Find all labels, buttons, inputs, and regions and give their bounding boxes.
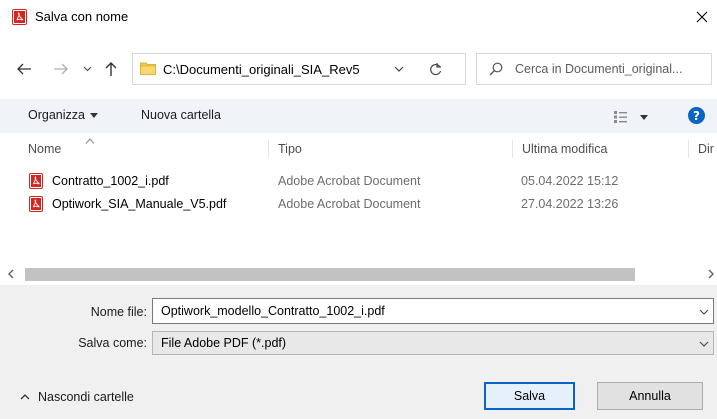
address-path: C:\Documenti_originali_SIA_Rev5 xyxy=(163,62,360,77)
help-icon[interactable]: ? xyxy=(688,107,705,124)
chevron-down-icon[interactable] xyxy=(699,307,709,317)
pdf-icon xyxy=(29,196,43,212)
file-name: Optiwork_SIA_Manuale_V5.pdf xyxy=(52,197,227,211)
organize-menu[interactable]: Organizza xyxy=(28,108,98,122)
arrow-right-icon xyxy=(54,63,68,75)
new-folder-button[interactable]: Nuova cartella xyxy=(141,108,221,122)
savetype-value: File Adobe PDF (*.pdf) xyxy=(161,336,287,350)
arrow-left-icon xyxy=(17,63,31,75)
window-title: Salva con nome xyxy=(35,9,129,24)
column-divider[interactable] xyxy=(688,140,689,158)
scroll-right-icon[interactable] xyxy=(706,268,716,280)
sort-ascending-icon xyxy=(85,138,95,144)
view-options-icon xyxy=(614,111,648,123)
chevron-down-icon xyxy=(699,341,709,347)
savetype-select[interactable]: File Adobe PDF (*.pdf) xyxy=(152,331,714,355)
command-bar: Organizza Nuova cartella ? xyxy=(0,99,717,133)
folder-icon xyxy=(140,62,156,75)
file-row[interactable]: Optiwork_SIA_Manuale_V5.pdf Adobe Acroba… xyxy=(24,193,684,215)
horizontal-scrollbar[interactable] xyxy=(0,263,717,285)
savetype-label: Salva come: xyxy=(78,336,147,350)
search-box[interactable]: Cerca in Documenti_original... xyxy=(476,53,712,85)
organize-label: Organizza xyxy=(28,108,85,122)
search-placeholder: Cerca in Documenti_original... xyxy=(515,62,683,76)
save-button[interactable]: Salva xyxy=(484,382,575,410)
chevron-down-icon xyxy=(83,66,91,72)
file-type: Adobe Acrobat Document xyxy=(278,197,421,211)
column-divider[interactable] xyxy=(268,140,269,158)
close-button[interactable] xyxy=(687,0,717,34)
file-modified: 05.04.2022 15:12 xyxy=(521,174,619,188)
file-type: Adobe Acrobat Document xyxy=(278,174,421,188)
scroll-left-icon[interactable] xyxy=(6,268,16,280)
navigation-bar: C:\Documenti_originali_SIA_Rev5 Cerca in… xyxy=(0,49,717,89)
file-modified: 27.04.2022 13:26 xyxy=(521,197,619,211)
column-header-name[interactable]: Nome xyxy=(28,142,61,156)
up-button[interactable] xyxy=(103,61,119,77)
file-name: Contratto_1002_i.pdf xyxy=(52,174,169,188)
hide-folders-toggle[interactable]: Nascondi cartelle xyxy=(20,390,134,404)
hide-folders-label: Nascondi cartelle xyxy=(38,390,134,404)
search-icon xyxy=(489,62,503,76)
title-bar: Salva con nome xyxy=(0,0,717,34)
address-bar[interactable]: C:\Documenti_originali_SIA_Rev5 xyxy=(132,53,466,85)
caret-down-icon xyxy=(89,113,98,118)
column-header-modified[interactable]: Ultima modifica xyxy=(522,142,607,156)
refresh-icon[interactable] xyxy=(429,62,443,76)
pdf-icon xyxy=(12,9,27,25)
view-options-button[interactable] xyxy=(612,109,652,125)
arrow-up-icon xyxy=(105,62,117,76)
save-form: Nome file: Optiwork_modello_Contratto_10… xyxy=(0,285,717,419)
pdf-icon xyxy=(29,173,43,189)
column-header-dimension[interactable]: Dir xyxy=(698,142,714,156)
back-button[interactable] xyxy=(16,61,32,77)
save-as-dialog: Salva con nome C:\Documenti_originali_SI… xyxy=(0,0,717,419)
close-icon xyxy=(696,11,708,23)
file-list-header: Nome Tipo Ultima modifica Dir xyxy=(0,138,717,160)
chevron-up-icon xyxy=(20,394,30,400)
chevron-down-icon[interactable] xyxy=(393,63,405,75)
file-row[interactable]: Contratto_1002_i.pdf Adobe Acrobat Docum… xyxy=(24,170,684,192)
cancel-button[interactable]: Annulla xyxy=(597,382,703,410)
filename-field[interactable]: Optiwork_modello_Contratto_1002_i.pdf xyxy=(152,298,714,324)
filename-label: Nome file: xyxy=(90,305,147,319)
filename-value: Optiwork_modello_Contratto_1002_i.pdf xyxy=(161,304,385,318)
column-divider[interactable] xyxy=(512,140,513,158)
scrollbar-thumb[interactable] xyxy=(25,268,635,281)
column-header-type[interactable]: Tipo xyxy=(278,142,302,156)
recent-locations-button[interactable] xyxy=(82,61,92,77)
forward-button[interactable] xyxy=(53,61,69,77)
